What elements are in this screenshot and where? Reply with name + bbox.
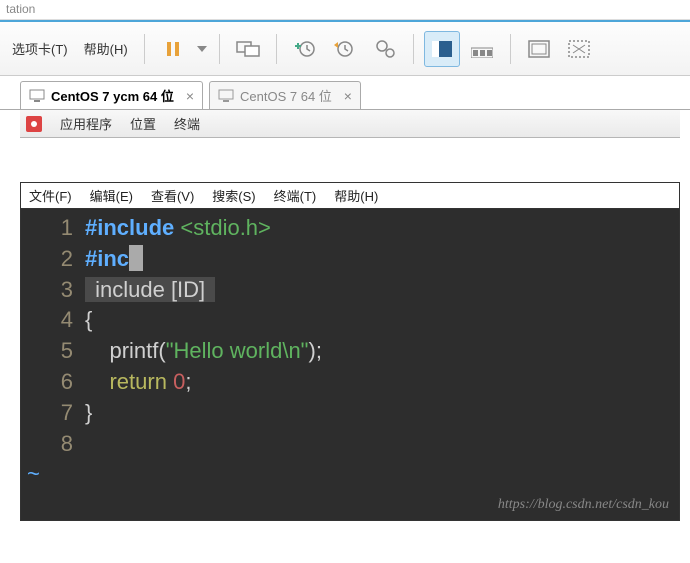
toolbar-separator bbox=[276, 34, 277, 64]
terminal-menubar: 文件(F) 编辑(E) 查看(V) 搜索(S) 终端(T) 帮助(H) bbox=[21, 183, 679, 209]
close-icon[interactable]: × bbox=[344, 88, 352, 104]
vm-tab-centos7[interactable]: CentOS 7 64 位 × bbox=[209, 81, 361, 109]
term-menu-file[interactable]: 文件(F) bbox=[29, 186, 72, 205]
vim-tilde: ~ bbox=[21, 459, 679, 490]
text-cursor bbox=[129, 245, 143, 271]
snapshot-revert-button[interactable] bbox=[327, 31, 363, 67]
gnome-menu-terminal[interactable]: 终端 bbox=[174, 114, 200, 133]
snapshot-add-button[interactable] bbox=[287, 31, 323, 67]
fullscreen-button[interactable] bbox=[521, 31, 557, 67]
close-icon[interactable]: × bbox=[186, 88, 194, 104]
line-number: 2 bbox=[21, 244, 85, 275]
vm-tab-bar: CentOS 7 ycm 64 位 × CentOS 7 64 位 × bbox=[0, 76, 690, 110]
vm-tab-label: CentOS 7 64 位 bbox=[240, 86, 332, 105]
term-menu-view[interactable]: 查看(V) bbox=[151, 186, 194, 205]
line-number: 3 bbox=[21, 275, 85, 306]
term-menu-edit[interactable]: 编辑(E) bbox=[90, 186, 133, 205]
snapshot-manage-button[interactable] bbox=[367, 31, 403, 67]
line-number: 4 bbox=[21, 305, 85, 336]
line-number: 6 bbox=[21, 367, 85, 398]
menu-tabs[interactable]: 选项卡(T) bbox=[6, 39, 74, 58]
terminal-window: 文件(F) 编辑(E) 查看(V) 搜索(S) 终端(T) 帮助(H) 1#in… bbox=[20, 182, 680, 521]
window-titlebar: tation bbox=[0, 0, 690, 20]
gnome-menu-applications[interactable]: 应用程序 bbox=[60, 114, 112, 133]
send-combo-button[interactable] bbox=[230, 31, 266, 67]
line-number: 1 bbox=[21, 213, 85, 244]
window-title: tation bbox=[6, 2, 35, 16]
term-menu-terminal[interactable]: 终端(T) bbox=[274, 186, 317, 205]
unity-button[interactable] bbox=[561, 31, 597, 67]
toolbar-separator bbox=[144, 34, 145, 64]
completion-popup[interactable]: include [ID] bbox=[85, 277, 215, 302]
activities-icon[interactable] bbox=[26, 116, 42, 132]
main-toolbar: 选项卡(T) 帮助(H) bbox=[0, 20, 690, 76]
vm-tab-label: CentOS 7 ycm 64 位 bbox=[51, 86, 174, 105]
code-editor[interactable]: 1#include <stdio.h> 2#inc 3 include [ID]… bbox=[21, 209, 679, 520]
watermark-text: https://blog.csdn.net/csdn_kou bbox=[498, 495, 669, 515]
monitor-icon bbox=[29, 89, 45, 103]
view-thumbnail-button[interactable] bbox=[464, 31, 500, 67]
line-number: 7 bbox=[21, 398, 85, 429]
toolbar-separator bbox=[413, 34, 414, 64]
vm-tab-centos7-ycm[interactable]: CentOS 7 ycm 64 位 × bbox=[20, 81, 203, 109]
gnome-menu-places[interactable]: 位置 bbox=[130, 114, 156, 133]
line-number: 8 bbox=[21, 429, 85, 460]
term-menu-help[interactable]: 帮助(H) bbox=[334, 186, 378, 205]
monitor-icon bbox=[218, 89, 234, 103]
toolbar-separator bbox=[219, 34, 220, 64]
toolbar-separator bbox=[510, 34, 511, 64]
menu-help[interactable]: 帮助(H) bbox=[78, 39, 134, 58]
dropdown-icon[interactable] bbox=[195, 31, 209, 67]
view-single-button[interactable] bbox=[424, 31, 460, 67]
term-menu-search[interactable]: 搜索(S) bbox=[212, 186, 255, 205]
gnome-top-bar: 应用程序 位置 终端 bbox=[20, 110, 680, 138]
line-number: 5 bbox=[21, 336, 85, 367]
pause-button[interactable] bbox=[155, 31, 191, 67]
